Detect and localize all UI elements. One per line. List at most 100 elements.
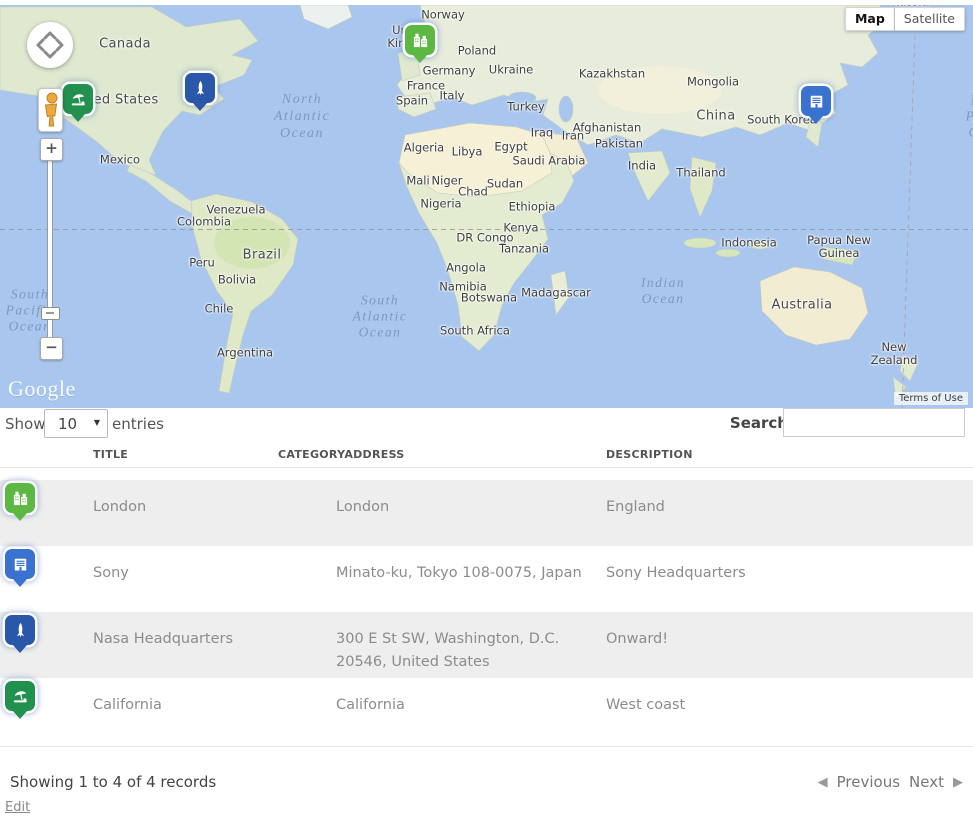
table-toolbar: Show 10 ▼ entries Search [0, 408, 973, 442]
ocean-label-north-pacific: North Pacific Ocean [966, 93, 973, 142]
search-input[interactable] [783, 408, 965, 437]
city-green-marker-icon [5, 483, 35, 513]
next-arrow-icon[interactable]: ▶ [953, 775, 963, 790]
rocket-blue-marker-icon [5, 615, 35, 645]
row-icon-cell [0, 546, 88, 612]
map-marker-nasa[interactable] [185, 73, 215, 103]
next-button[interactable]: Next [909, 773, 944, 791]
map-label-egypt: Egypt [494, 140, 527, 153]
header-title[interactable]: TITLE [88, 440, 273, 467]
row-description: West coast [601, 678, 973, 744]
map-label-mongolia: Mongolia [687, 75, 739, 88]
map-label-libya: Libya [452, 145, 483, 158]
header-category-address[interactable]: CATEGORYADDRESS [273, 440, 601, 467]
map-pan-control[interactable] [27, 22, 73, 68]
map-marker-sony[interactable] [801, 86, 831, 116]
map-label-italy: Italy [440, 89, 465, 102]
map-label-ethiopia: Ethiopia [509, 200, 556, 213]
ocean-label-indian: Indian Ocean [641, 275, 685, 307]
header-address[interactable]: ADDRESS [344, 448, 404, 461]
map-label-chile: Chile [205, 302, 234, 315]
page-size-value: 10 [58, 415, 77, 433]
office-building-icon [12, 556, 29, 573]
header-icon-spacer [0, 440, 88, 467]
row-address: California [273, 678, 601, 744]
city-icon [412, 32, 429, 49]
table-bottom-border [0, 746, 973, 747]
map-label-papua-new-guinea: Papua New Guinea [807, 234, 871, 260]
map-label-thailand: Thailand [676, 166, 725, 179]
world-landmasses [0, 5, 973, 408]
row-title: Nasa Headquarters [88, 612, 273, 678]
show-label: Show [5, 415, 45, 433]
row-icon-cell [0, 612, 88, 678]
row-address: 300 E St SW, Washington, D.C. 20546, Uni… [273, 612, 601, 678]
table-header-row: TITLE CATEGORYADDRESS DESCRIPTION [0, 440, 973, 468]
entries-label: entries [112, 415, 164, 433]
row-description: Sony Headquarters [601, 546, 973, 612]
map-label-colombia: Colombia [177, 215, 231, 228]
office-building-icon [808, 93, 825, 110]
google-logo[interactable]: Google [8, 376, 76, 402]
page-size-select[interactable]: 10 ▼ [44, 409, 108, 438]
map-label-australia: Australia [771, 299, 832, 314]
records-summary: Showing 1 to 4 of 4 records [10, 773, 216, 791]
map-type-satellite-button[interactable]: Satellite [895, 7, 965, 31]
row-address: Minato-ku, Tokyo 108-0075, Japan [273, 546, 601, 612]
beach-icon [12, 688, 29, 705]
row-title: London [88, 480, 273, 546]
map-label-peru: Peru [189, 256, 215, 269]
row-title: Sony [88, 546, 273, 612]
map-label-bolivia: Bolivia [218, 273, 256, 286]
pegman-icon [39, 89, 62, 131]
map-label-ukraine: Ukraine [489, 63, 533, 76]
map-label-kazakhstan: Kazakhstan [579, 67, 645, 80]
map-label-botswana: Botswana [461, 291, 517, 304]
map-label-sudan: Sudan [487, 177, 523, 190]
terms-of-use-link[interactable]: Terms of Use [894, 392, 968, 405]
row-icon-cell [0, 678, 88, 744]
map-label-canada: Canada [99, 38, 151, 53]
edit-link[interactable]: Edit [5, 800, 30, 815]
map-label-chad: Chad [458, 185, 488, 198]
map-marker-london[interactable] [405, 25, 435, 55]
row-description: England [601, 480, 973, 546]
row-description: Onward! [601, 612, 973, 678]
header-category[interactable]: CATEGORY [278, 448, 344, 461]
map-label-turkey: Turkey [507, 100, 544, 113]
previous-arrow-icon[interactable]: ◀ [818, 775, 828, 790]
map-type-control: Map Satellite [845, 7, 965, 31]
map-label-saudi-arabia: Saudi Arabia [513, 154, 586, 167]
city-icon [12, 490, 29, 507]
map-label-norway: Norway [421, 8, 465, 21]
map-label-tanzania: Tanzania [499, 242, 549, 255]
table-row-nasa[interactable]: Nasa Headquarters 300 E St SW, Washingto… [0, 612, 973, 678]
map-label-india: India [628, 159, 656, 172]
map-marker-california[interactable] [63, 84, 93, 114]
map-label-new-zealand: New Zealand [871, 341, 918, 367]
ocean-label-south-atlantic: South Atlantic Ocean [353, 293, 408, 342]
rocket-icon [192, 80, 209, 97]
zoom-out-button[interactable]: − [40, 337, 63, 360]
map-label-germany: Germany [423, 64, 476, 77]
zoom-in-button[interactable]: + [40, 138, 63, 161]
pegman-streetview-control[interactable] [38, 88, 63, 132]
beach-green-marker-icon [5, 681, 35, 711]
map-label-indonesia: Indonesia [721, 236, 777, 249]
table-row-california[interactable]: California California West coast [0, 678, 973, 744]
row-icon-cell [0, 480, 88, 546]
map-label-angola: Angola [446, 261, 486, 274]
table-row-sony[interactable]: Sony Minato-ku, Tokyo 108-0075, Japan So… [0, 546, 973, 612]
header-description[interactable]: DESCRIPTION [601, 440, 973, 467]
map-label-china: China [696, 110, 735, 125]
map-type-map-button[interactable]: Map [845, 7, 895, 31]
previous-button[interactable]: Previous [837, 773, 900, 791]
map-label-mali: Mali [406, 174, 429, 187]
map-label-nigeria: Nigeria [420, 197, 461, 210]
map-canvas[interactable]: North Atlantic Ocean South Atlantic Ocea… [0, 5, 973, 408]
table-row-london[interactable]: London London England [0, 480, 973, 546]
office-blue-marker-icon [5, 549, 35, 579]
search-label: Search [730, 414, 788, 432]
zoom-slider-handle[interactable] [41, 307, 60, 320]
map-label-spain: Spain [396, 94, 428, 107]
